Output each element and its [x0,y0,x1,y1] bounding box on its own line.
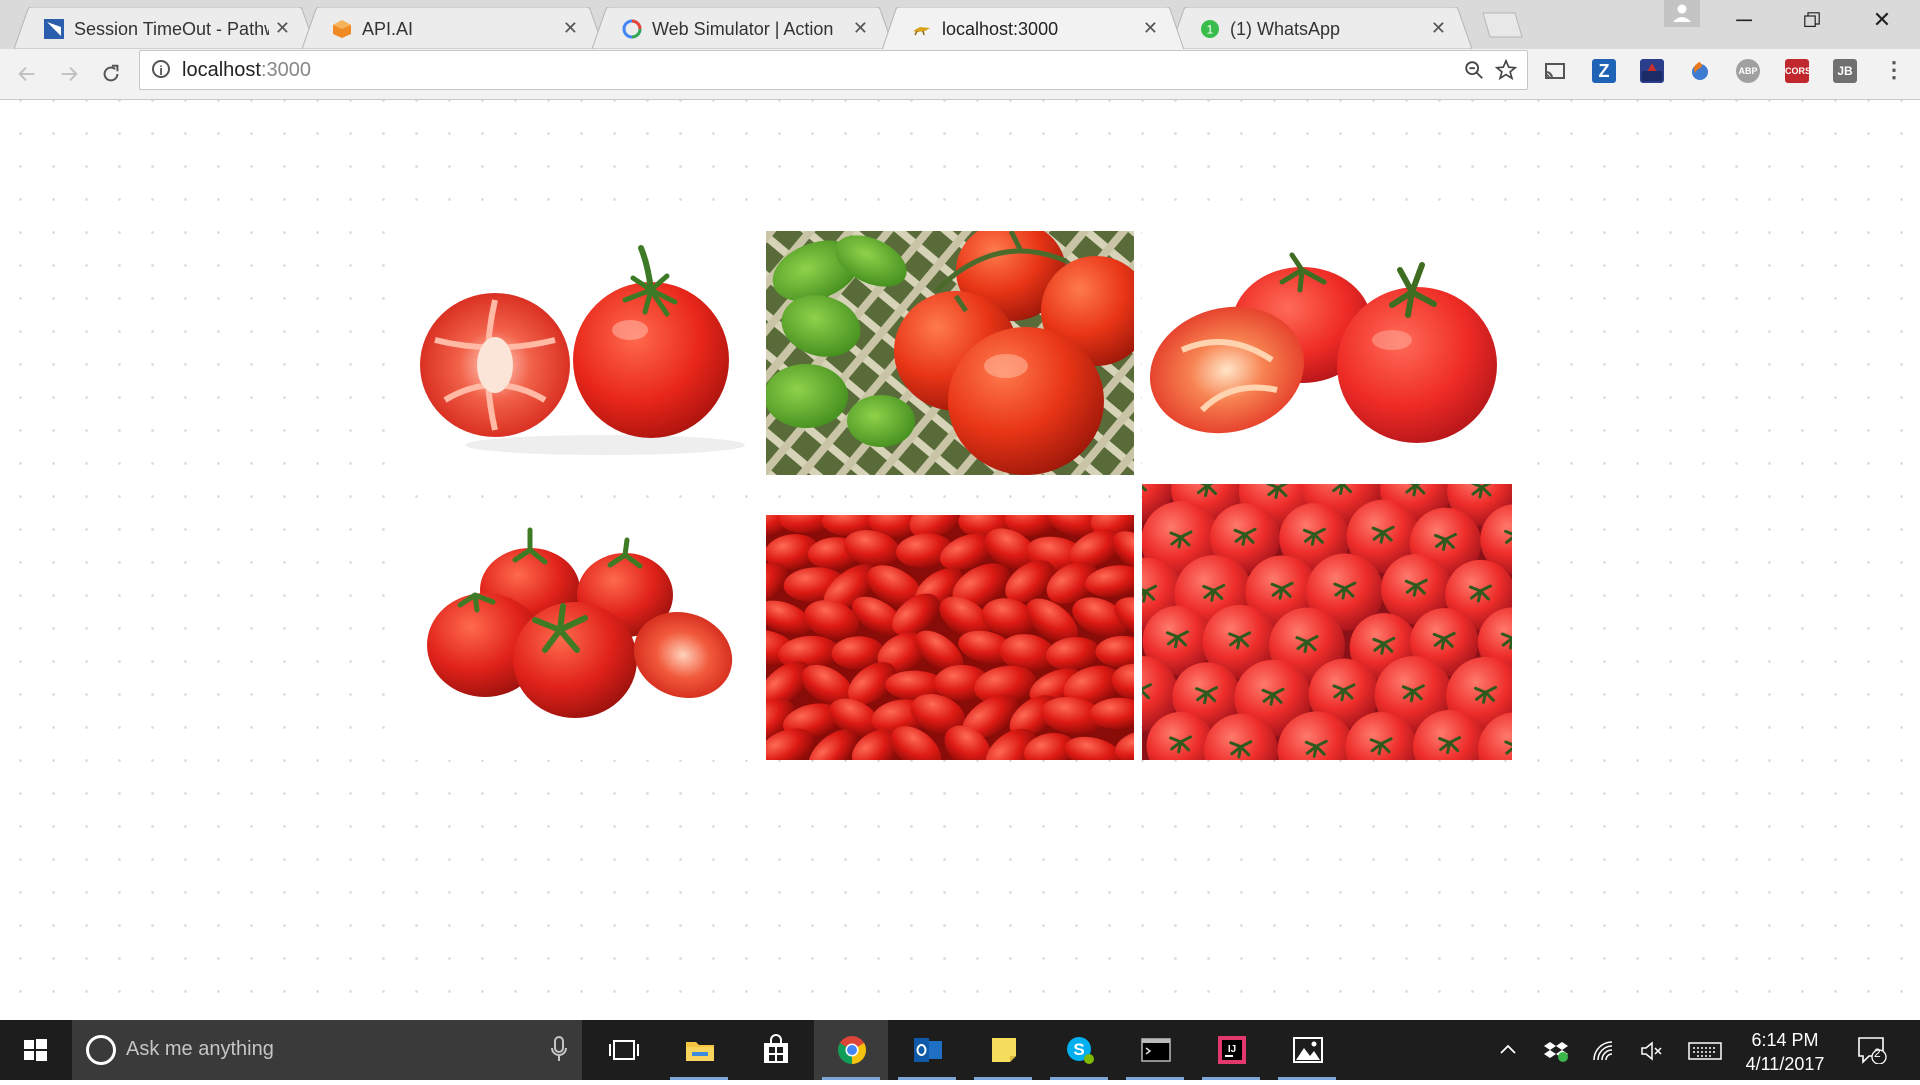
keyboard-icon[interactable] [1688,1040,1722,1067]
wifi-icon[interactable] [1592,1040,1616,1067]
menu-icon[interactable]: ⋮ [1882,59,1906,83]
restore-icon [1804,12,1820,28]
clock-date: 4/11/2017 [1745,1054,1825,1074]
actions-icon [622,19,642,39]
firefox-like-icon[interactable] [1688,59,1712,83]
intellij-icon: IJ [1218,1036,1246,1064]
restore-button[interactable] [1778,0,1846,40]
tab-apiai[interactable]: API.AI ✕ [302,7,604,49]
close-icon[interactable]: ✕ [563,18,578,39]
whatsapp-icon: 1 [1201,20,1219,38]
apiai-icon [333,20,351,38]
page-content [0,100,1920,1020]
person-icon [1673,4,1691,22]
task-view-button[interactable] [586,1020,660,1080]
extension-flag-icon[interactable] [1640,59,1664,83]
close-window-button[interactable]: ✕ [1848,0,1916,40]
outlook-button[interactable] [890,1020,964,1080]
show-hidden-icons[interactable] [1498,1040,1518,1065]
svg-text:IJ: IJ [1228,1044,1236,1055]
notification-icon [1858,1037,1887,1065]
svg-text:1: 1 [1207,23,1214,37]
pathway-icon [44,19,64,39]
profile-button[interactable] [1664,0,1700,27]
url-host: localhost [182,59,261,81]
file-explorer-button[interactable] [662,1020,736,1080]
address-bar[interactable]: i localhost:3000 [139,50,1528,90]
photos-icon [1293,1037,1323,1063]
windows-icon [24,1039,47,1061]
tab-title: Web Simulator | Action [652,19,834,39]
close-icon[interactable]: ✕ [853,18,868,39]
minimize-button[interactable]: ─ [1710,0,1778,40]
task-view-icon [609,1040,639,1060]
back-arrow-icon [18,66,35,82]
volume-muted-icon[interactable] [1640,1040,1664,1067]
tab-session-timeout[interactable]: Session TimeOut - Pathw ✕ [14,7,316,49]
store-button[interactable] [738,1020,812,1080]
tab-title: (1) WhatsApp [1230,19,1341,39]
zotero-icon[interactable]: Z [1592,59,1616,83]
close-icon[interactable]: ✕ [275,18,290,39]
terminal-button[interactable] [1118,1020,1192,1080]
tomato-cut-pair-image [1142,230,1512,475]
tomato-halved-image [405,230,765,475]
cherry-tomato-cluster-image [405,510,765,760]
tomato-basil-image [766,231,1134,475]
outlook-icon [914,1038,942,1062]
close-icon[interactable]: ✕ [1143,18,1158,39]
clock-time: 6:14 PM [1751,1030,1819,1050]
forward-button[interactable] [52,57,86,91]
tab-title: Session TimeOut - Pathw [74,19,269,39]
reload-icon [103,64,119,82]
tab-whatsapp[interactable]: 1 (1) WhatsApp ✕ [1170,7,1472,49]
url-text[interactable]: localhost:3000 [182,59,311,82]
chrome-button[interactable] [814,1020,888,1080]
tab-strip: Session TimeOut - Pathw ✕ API.AI ✕ Web S… [0,0,1920,49]
zoom-icon[interactable] [1463,59,1485,87]
grape-tomatoes-image [766,515,1134,760]
forward-arrow-icon [61,66,78,82]
close-icon[interactable]: ✕ [1431,18,1446,39]
sticky-notes-button[interactable] [966,1020,1040,1080]
reload-button[interactable] [94,57,128,91]
start-button[interactable] [0,1020,70,1080]
notification-count: 2 [1874,1046,1881,1060]
tab-localhost[interactable]: localhost:3000 ✕ [882,7,1184,49]
tab-title: API.AI [362,19,414,39]
taskbar: Ask me anything S IJ 6:14 PM 4/11/2017 2 [0,1020,1920,1080]
cast-icon[interactable] [1543,59,1567,83]
svg-text:S: S [1073,1040,1084,1059]
skype-button[interactable]: S [1042,1020,1116,1080]
dropbox-icon[interactable] [1544,1040,1568,1067]
intellij-button[interactable]: IJ [1194,1020,1268,1080]
cortana-icon [86,1035,116,1065]
bookmark-star-icon[interactable] [1494,58,1518,87]
skype-icon: S [1067,1037,1094,1064]
file-explorer-icon [686,1042,714,1061]
sticky-notes-icon [992,1038,1016,1062]
adblock-plus-icon[interactable]: ABP [1736,59,1760,83]
photos-button[interactable] [1270,1020,1344,1080]
info-icon[interactable]: i [152,60,170,78]
localhost-icon [913,27,930,36]
store-icon [764,1034,788,1063]
jb-icon[interactable]: JB [1833,59,1857,83]
cors-icon[interactable]: CORS [1785,59,1811,83]
tomato-pile-image [1142,484,1512,760]
search-placeholder: Ask me anything [126,1038,274,1060]
system-clock[interactable]: 6:14 PM 4/11/2017 [1740,1028,1830,1076]
new-tab-button[interactable] [1475,12,1523,38]
url-port: :3000 [260,59,311,81]
cortana-search[interactable]: Ask me anything [72,1020,582,1080]
tab-web-simulator[interactable]: Web Simulator | Action ✕ [592,7,894,49]
action-center-button[interactable]: 2 [1857,1036,1887,1069]
microphone-icon[interactable] [551,1036,567,1062]
back-button[interactable] [10,57,44,91]
terminal-icon [1141,1038,1171,1062]
tab-title: localhost:3000 [942,19,1059,39]
chevron-up-icon [1500,1044,1516,1054]
chrome-icon [838,1036,866,1064]
